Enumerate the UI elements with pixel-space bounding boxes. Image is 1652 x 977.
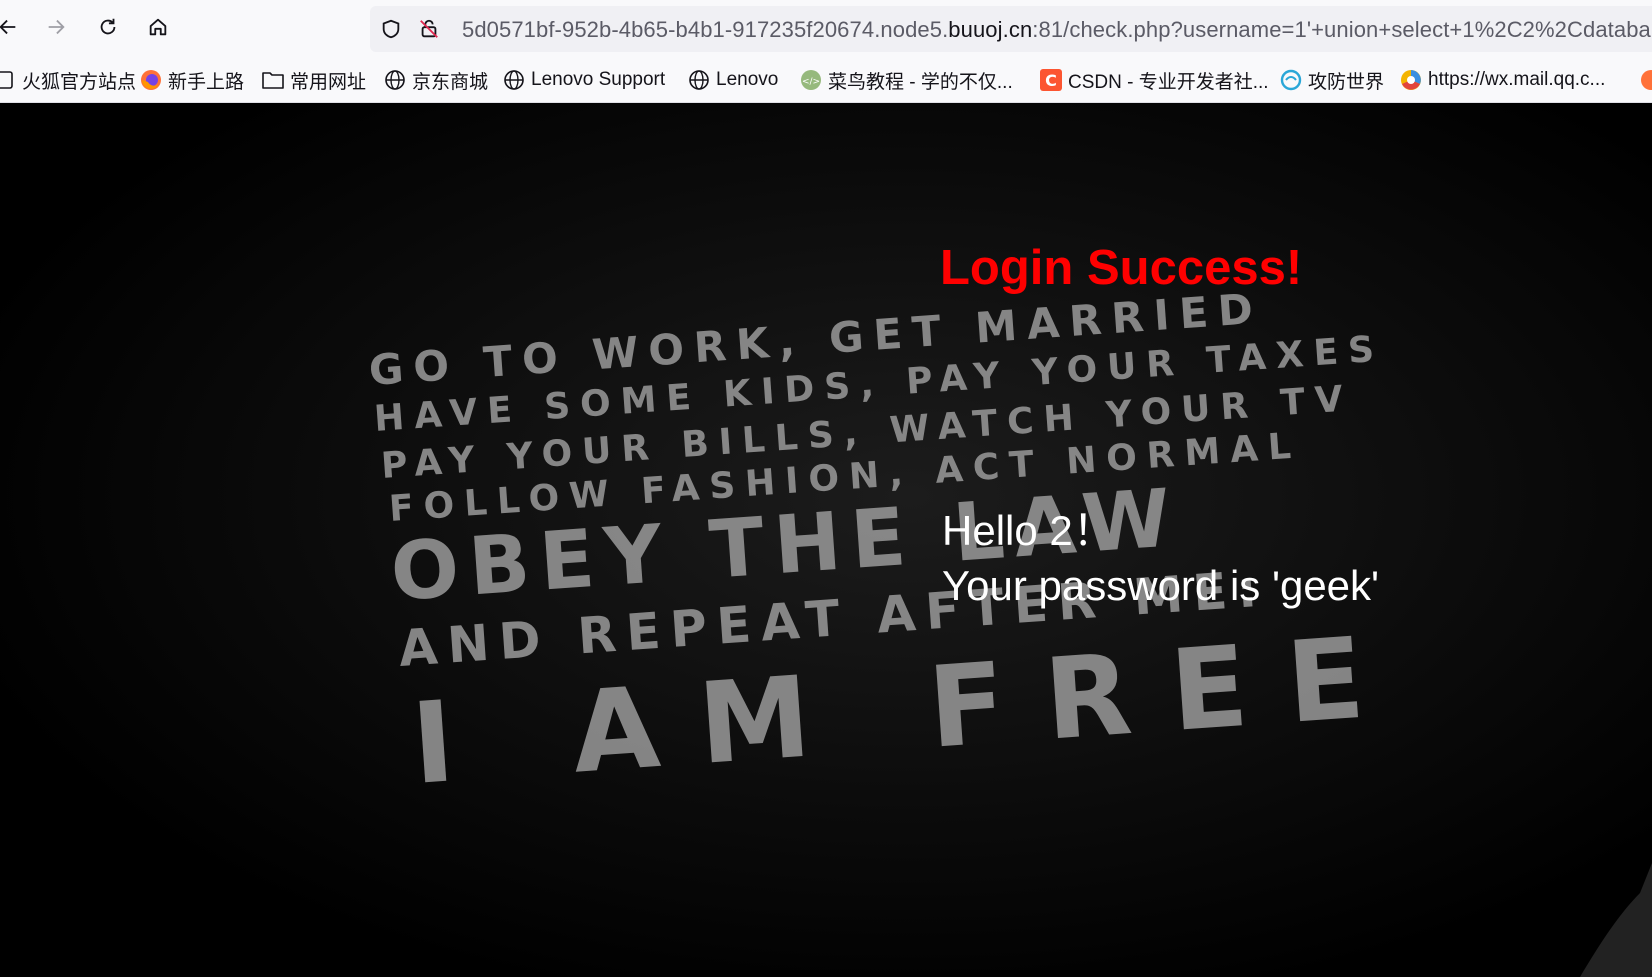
bookmark-label: https://wx.mail.qq.c... [1428,69,1606,90]
bookmark-item[interactable]: C CSDN - 专业开发者社... [1040,68,1269,93]
bookmark-overflow-icon[interactable] [1640,68,1652,92]
bookmark-item[interactable]: Lenovo Support [503,68,665,92]
arrow-left-icon [0,19,16,35]
bookmark-label: 火狐官方站点 [22,71,137,93]
bookmark-item[interactable]: 京东商城 [384,68,489,93]
home-button[interactable] [140,9,176,45]
browser-toolbar: 5d0571bf-952b-4b65-b4b1-917235f20674.nod… [0,0,1652,58]
bookmark-item[interactable]: 常用网址 [262,68,367,93]
csdn-icon: C [1040,69,1062,91]
bookmark-label: 攻防世界 [1308,71,1385,93]
globe-icon [384,69,406,91]
arrow-right-icon [48,19,65,35]
bookmark-label: 京东商城 [412,71,489,93]
insecure-lock-icon[interactable] [418,18,440,40]
bookmark-item[interactable]: </> 菜鸟教程 - 学的不仅... [800,68,1013,93]
bookmark-label: Lenovo [716,69,779,90]
home-icon [149,18,167,36]
url-prefix: 5d0571bf-952b-4b65-b4b1-917235f20674.nod… [462,17,949,42]
bookmark-label: 菜鸟教程 - 学的不仅... [828,71,1013,93]
gongfang-icon [1280,69,1302,91]
password-text: Your password is 'geek' [942,562,1380,609]
url-suffix: :81/check.php?username=1'+union+select+1… [1032,17,1651,42]
back-button[interactable] [0,9,26,45]
qq-mail-icon [1400,69,1422,91]
page-content: GO TO WORK, GET MARRIED HAVE SOME KIDS, … [0,103,1652,977]
page-icon [0,69,16,91]
bookmarks-bar: 火狐官方站点 新手上路 常用网址 京东商城 Lenovo Support Len… [0,58,1652,103]
url-text[interactable]: 5d0571bf-952b-4b65-b4b1-917235f20674.nod… [462,17,1651,43]
bookmark-label: 常用网址 [290,71,367,93]
svg-text:</>: </> [802,77,820,87]
url-host: buuoj.cn [948,17,1033,42]
bookmark-label: Lenovo Support [531,69,666,90]
firefox-icon [140,69,162,91]
hello-message: Hello 2！ Your password is 'geek' [942,503,1379,613]
hello-text: Hello 2！ [942,507,1115,554]
reload-icon [100,18,116,35]
background-image: GO TO WORK, GET MARRIED HAVE SOME KIDS, … [0,103,1652,977]
svg-text:C: C [1045,71,1057,90]
bookmark-item[interactable]: 攻防世界 [1280,68,1385,93]
bookmark-item[interactable]: 新手上路 [140,68,245,93]
globe-icon [503,69,525,91]
forward-button[interactable] [38,9,74,45]
shield-icon[interactable] [380,18,402,40]
folder-icon [262,69,284,91]
runoob-icon: </> [800,69,822,91]
login-success-title: Login Success! [940,241,1303,295]
bookmark-item[interactable]: Lenovo [688,68,778,92]
bookmark-item[interactable]: 火狐官方站点 [0,68,137,93]
bookmark-label: CSDN - 专业开发者社... [1068,71,1269,93]
bookmark-item[interactable]: https://wx.mail.qq.c... [1400,68,1605,92]
globe-icon [688,69,710,91]
bookmark-label: 新手上路 [168,71,245,93]
url-bar[interactable]: 5d0571bf-952b-4b65-b4b1-917235f20674.nod… [370,6,1652,52]
reload-button[interactable] [90,9,126,45]
